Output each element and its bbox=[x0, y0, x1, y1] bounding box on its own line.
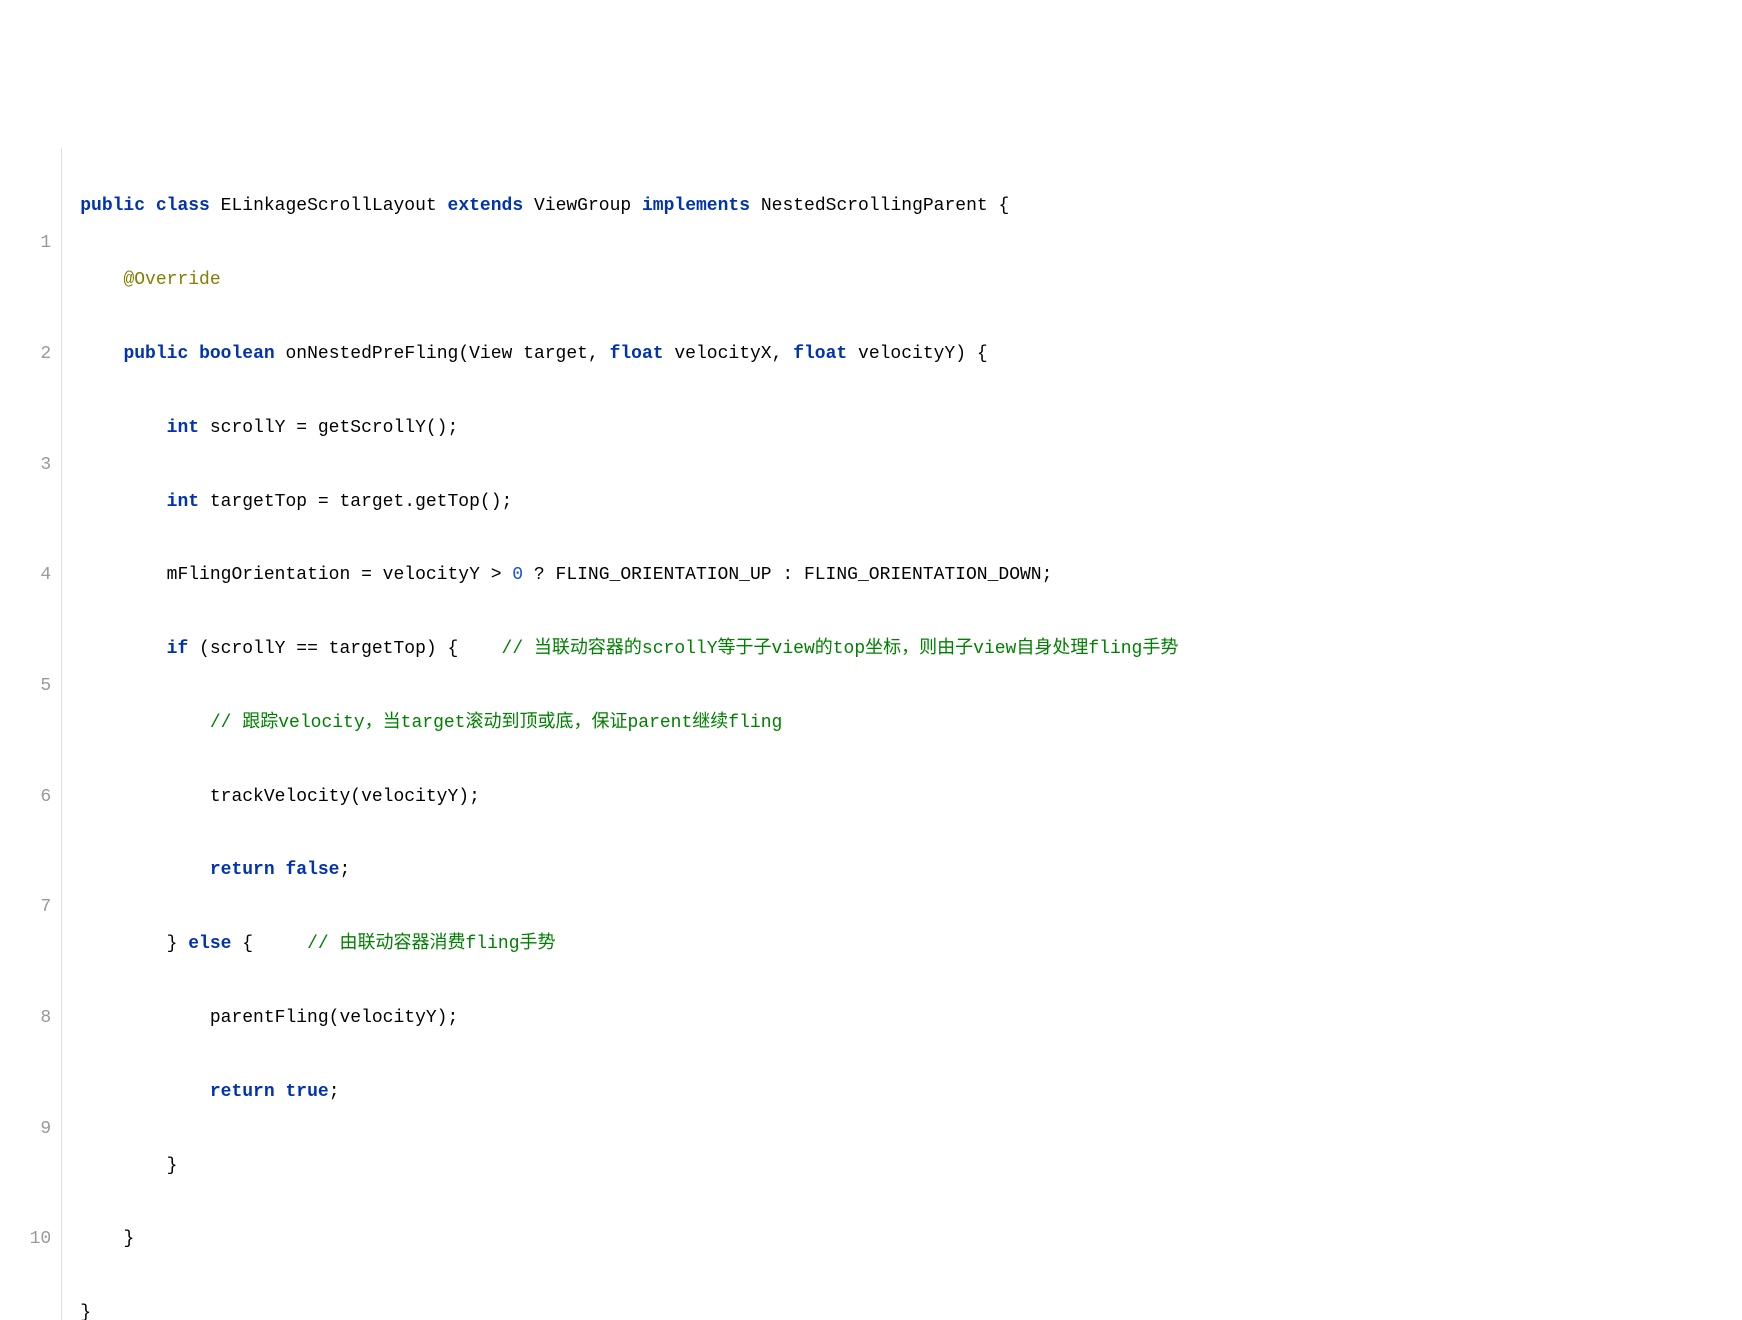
code-area[interactable]: public class ELinkageScrollLayout extend… bbox=[62, 148, 1742, 1320]
line-number: 7 bbox=[8, 889, 51, 926]
comment: // 跟踪velocity，当target滚动到顶或底，保证parent继续fl… bbox=[210, 713, 782, 733]
keyword-true: true bbox=[285, 1082, 328, 1102]
code-line: return false; bbox=[80, 852, 1742, 889]
code-line: } else { // 由联动容器消费fling手势 bbox=[80, 926, 1742, 963]
keyword-false: false bbox=[285, 860, 339, 880]
line-number: 4 bbox=[8, 557, 51, 594]
brace-close: } bbox=[167, 1156, 178, 1176]
line-number: 6 bbox=[8, 779, 51, 816]
keyword-int: int bbox=[167, 492, 199, 512]
statement: scrollY = getScrollY(); bbox=[199, 418, 458, 438]
keyword-return: return bbox=[210, 1082, 275, 1102]
line-number: 10 bbox=[8, 1221, 51, 1258]
keyword-public: public bbox=[123, 344, 188, 364]
class-name: ELinkageScrollLayout bbox=[221, 196, 437, 216]
code-line: public boolean onNestedPreFling(View tar… bbox=[80, 336, 1742, 373]
keyword-float: float bbox=[610, 344, 664, 364]
keyword-int: int bbox=[167, 418, 199, 438]
brace-close: } bbox=[80, 1303, 91, 1320]
interface-name: NestedScrollingParent bbox=[761, 196, 988, 216]
method-name: onNestedPreFling bbox=[286, 344, 459, 364]
code-line: trackVelocity(velocityY); bbox=[80, 779, 1742, 816]
comment: // 当联动容器的scrollY等于子view的top坐标，则由子view自身处… bbox=[502, 639, 1179, 659]
keyword-public: public bbox=[80, 196, 145, 216]
annotation-override: @Override bbox=[123, 270, 220, 290]
line-number: 3 bbox=[8, 447, 51, 484]
code-line: if (scrollY == targetTop) { // 当联动容器的scr… bbox=[80, 631, 1742, 668]
line-number: 9 bbox=[8, 1111, 51, 1148]
number-literal: 0 bbox=[512, 565, 523, 585]
brace-open: { bbox=[988, 196, 1010, 216]
code-line: return true; bbox=[80, 1074, 1742, 1111]
keyword-boolean: boolean bbox=[199, 344, 275, 364]
code-viewer: 1 2 3 4 5 6 7 8 9 10 11 12 13 14 15 16 p… bbox=[0, 148, 1742, 1320]
statement: targetTop = target.getTop(); bbox=[199, 492, 512, 512]
code-line: } bbox=[80, 1221, 1742, 1258]
code-line: } bbox=[80, 1148, 1742, 1185]
statement: parentFling(velocityY); bbox=[210, 1008, 458, 1028]
statement: mFlingOrientation = velocityY > bbox=[167, 565, 513, 585]
comment: // 由联动容器消费fling手势 bbox=[307, 934, 555, 954]
brace-open: { bbox=[231, 934, 307, 954]
keyword-else: else bbox=[188, 934, 231, 954]
code-line: // 跟踪velocity，当target滚动到顶或底，保证parent继续fl… bbox=[80, 705, 1742, 742]
semicolon: ; bbox=[339, 860, 350, 880]
code-line: int targetTop = target.getTop(); bbox=[80, 484, 1742, 521]
line-number: 5 bbox=[8, 668, 51, 705]
statement: trackVelocity(velocityY); bbox=[210, 787, 480, 807]
code-line: @Override bbox=[80, 262, 1742, 299]
code-line: int scrollY = getScrollY(); bbox=[80, 410, 1742, 447]
line-number-gutter: 1 2 3 4 5 6 7 8 9 10 11 12 13 14 15 16 bbox=[0, 148, 62, 1320]
line-number: 2 bbox=[8, 336, 51, 373]
keyword-if: if bbox=[167, 639, 189, 659]
statement: ? FLING_ORIENTATION_UP : FLING_ORIENTATI… bbox=[523, 565, 1052, 585]
code-line: parentFling(velocityY); bbox=[80, 1000, 1742, 1037]
code-line: mFlingOrientation = velocityY > 0 ? FLIN… bbox=[80, 557, 1742, 594]
brace-close: } bbox=[123, 1229, 134, 1249]
params: velocityX, bbox=[664, 344, 794, 364]
keyword-implements: implements bbox=[642, 196, 750, 216]
semicolon: ; bbox=[329, 1082, 340, 1102]
code-line: public class ELinkageScrollLayout extend… bbox=[80, 188, 1742, 225]
superclass: ViewGroup bbox=[534, 196, 631, 216]
line-number: 8 bbox=[8, 1000, 51, 1037]
keyword-extends: extends bbox=[448, 196, 524, 216]
params: velocityY) { bbox=[847, 344, 987, 364]
keyword-return: return bbox=[210, 860, 275, 880]
brace-close: } bbox=[167, 934, 189, 954]
line-number: 1 bbox=[8, 225, 51, 262]
params: (View target, bbox=[458, 344, 609, 364]
keyword-class: class bbox=[156, 196, 210, 216]
keyword-float: float bbox=[793, 344, 847, 364]
condition: (scrollY == targetTop) { bbox=[188, 639, 501, 659]
code-line: } bbox=[80, 1295, 1742, 1320]
